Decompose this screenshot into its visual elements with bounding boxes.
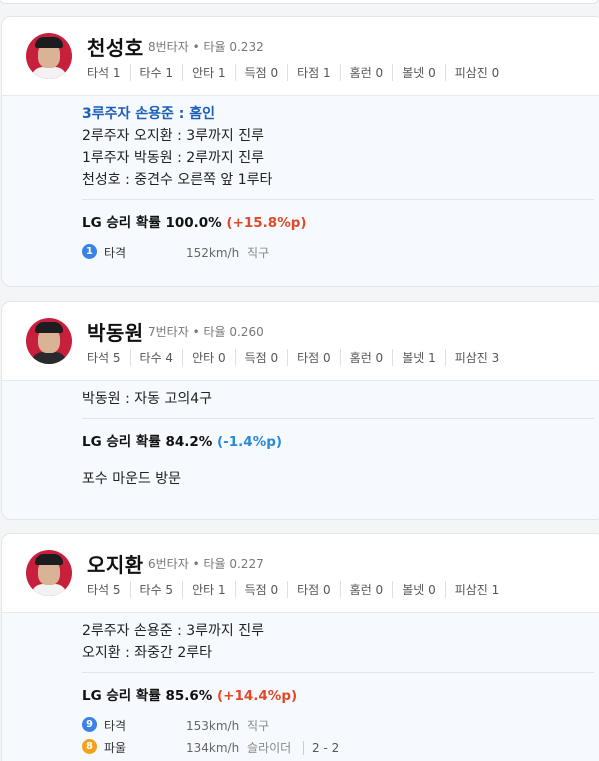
play-detail: 박동원 : 자동 고의4구 LG 승리 확률 84.2% (-1.4%p) 포수… [2, 381, 599, 519]
stat-item: 타석 1 [87, 64, 131, 81]
event-line: 1루주자 박동원 : 2루까지 진루 [82, 150, 265, 166]
stat-item: 타수 1 [140, 64, 184, 81]
player-meta: 6번타자 • 타율 0.227 [148, 557, 264, 571]
stat-item: 볼넷 1 [402, 349, 446, 366]
stat-item: 홈런 0 [350, 349, 394, 366]
pitch-speed: 152km/h [186, 246, 240, 260]
pitch-result: 타격 [104, 719, 127, 733]
stat-item: 타석 5 [87, 349, 131, 366]
stat-item: 타수 4 [140, 349, 184, 366]
win-probability-value: LG 승리 확률 100.0% [82, 215, 222, 231]
stat-item: 득점 0 [245, 64, 289, 81]
stat-item: 홈런 0 [350, 581, 394, 598]
stat-item: 타점 0 [297, 581, 341, 598]
event-line-score: 3루주자 손용준 : 홈인 [82, 106, 216, 122]
pitch-result: 파울 [104, 741, 127, 755]
previous-card-edge [0, 0, 599, 6]
stat-item: 안타 0 [192, 349, 236, 366]
player-name[interactable]: 박동원 [87, 317, 144, 346]
pitch-speed-type: 153km/h 직구 [186, 717, 269, 734]
stat-item: 피삼진 0 [454, 66, 500, 80]
player-header: 천성호 8번타자 • 타율 0.232 타석 1 타수 1 안타 1 득점 0 … [2, 17, 599, 96]
at-bat-card: 오지환 6번타자 • 타율 0.227 타석 5 타수 5 안타 1 득점 0 … [1, 533, 599, 761]
stat-item: 득점 0 [245, 349, 289, 366]
player-stats: 타석 1 타수 1 안타 1 득점 0 타점 1 홈런 0 볼넷 0 피삼진 0 [87, 64, 517, 81]
win-probability: LG 승리 확률 100.0% (+15.8%p) [82, 199, 594, 241]
win-probability-delta: (+14.4%p) [217, 688, 298, 704]
player-meta: 8번타자 • 타율 0.232 [148, 40, 264, 54]
pitch-number-badge: 1 [82, 244, 97, 259]
win-probability: LG 승리 확률 85.6% (+14.4%p) [82, 672, 594, 714]
win-probability-value: LG 승리 확률 85.6% [82, 688, 213, 704]
player-name[interactable]: 오지환 [87, 549, 144, 578]
win-probability-delta: (+15.8%p) [226, 215, 307, 231]
player-name[interactable]: 천성호 [87, 32, 144, 61]
pitch-type: 직구 [247, 246, 270, 260]
player-meta: 7번타자 • 타율 0.260 [148, 325, 264, 339]
event-list: 박동원 : 자동 고의4구 [82, 381, 599, 418]
pitch-count: 2 - 2 [303, 741, 340, 755]
event-list: 3루주자 손용준 : 홈인 2루주자 오지환 : 3루까지 진루 1루주자 박동… [82, 96, 599, 199]
player-avatar[interactable] [26, 318, 72, 364]
pitch-number-badge: 8 [82, 739, 97, 754]
event-note: 포수 마운드 방문 [82, 471, 182, 487]
stat-item: 타점 0 [297, 349, 341, 366]
pitch-row: 9 타격 153km/h 직구 [82, 714, 599, 736]
stat-item: 피삼진 3 [454, 351, 500, 365]
stat-item: 피삼진 1 [454, 583, 500, 597]
event-line: 2루주자 오지환 : 3루까지 진루 [82, 128, 265, 144]
at-bat-card: 천성호 8번타자 • 타율 0.232 타석 1 타수 1 안타 1 득점 0 … [1, 16, 599, 287]
event-line: 박동원 : 자동 고의4구 [82, 391, 213, 407]
stat-item: 볼넷 0 [402, 64, 446, 81]
event-line: 2루주자 손용준 : 3루까지 진루 [82, 623, 265, 639]
event-line: 오지환 : 좌중간 2루타 [82, 645, 213, 661]
player-stats: 타석 5 타수 4 안타 0 득점 0 타점 0 홈런 0 볼넷 1 피삼진 3 [87, 349, 517, 366]
pitch-type: 슬라이더 [247, 741, 292, 755]
stat-item: 볼넷 0 [402, 581, 446, 598]
at-bat-card: 박동원 7번타자 • 타율 0.260 타석 5 타수 4 안타 0 득점 0 … [1, 301, 599, 520]
play-detail: 3루주자 손용준 : 홈인 2루주자 오지환 : 3루까지 진루 1루주자 박동… [2, 96, 599, 286]
stat-item: 타석 5 [87, 581, 131, 598]
stat-item: 안타 1 [192, 581, 236, 598]
pitch-number-badge: 9 [82, 717, 97, 732]
stat-item: 안타 1 [192, 64, 236, 81]
pitch-row: 8 파울 134km/h 슬라이더 2 - 2 [82, 736, 599, 758]
pitch-result: 타격 [104, 246, 127, 260]
play-detail: 2루주자 손용준 : 3루까지 진루 오지환 : 좌중간 2루타 LG 승리 확… [2, 613, 599, 761]
pitch-speed: 134km/h [186, 741, 240, 755]
player-stats: 타석 5 타수 5 안타 1 득점 0 타점 0 홈런 0 볼넷 0 피삼진 1 [87, 581, 517, 598]
pitch-speed-type: 152km/h 직구 [186, 244, 269, 261]
stat-item: 타수 5 [140, 581, 184, 598]
pitch-speed: 153km/h [186, 719, 240, 733]
player-avatar[interactable] [26, 33, 72, 79]
player-header: 박동원 7번타자 • 타율 0.260 타석 5 타수 4 안타 0 득점 0 … [2, 302, 599, 381]
event-line: 천성호 : 중견수 오른쪽 앞 1루타 [82, 172, 273, 188]
event-list: 2루주자 손용준 : 3루까지 진루 오지환 : 좌중간 2루타 [82, 613, 599, 672]
stat-item: 득점 0 [245, 581, 289, 598]
pitch-type: 직구 [247, 719, 270, 733]
win-probability-value: LG 승리 확률 84.2% [82, 434, 213, 450]
win-probability: LG 승리 확률 84.2% (-1.4%p) [82, 418, 594, 460]
player-header: 오지환 6번타자 • 타율 0.227 타석 5 타수 5 안타 1 득점 0 … [2, 534, 599, 613]
stat-item: 타점 1 [297, 64, 341, 81]
player-avatar[interactable] [26, 550, 72, 596]
pitch-row: 1 타격 152km/h 직구 [82, 241, 599, 263]
win-probability-delta: (-1.4%p) [217, 434, 283, 450]
stat-item: 홈런 0 [350, 64, 394, 81]
pitch-speed-type: 134km/h 슬라이더 2 - 2 [186, 739, 340, 756]
